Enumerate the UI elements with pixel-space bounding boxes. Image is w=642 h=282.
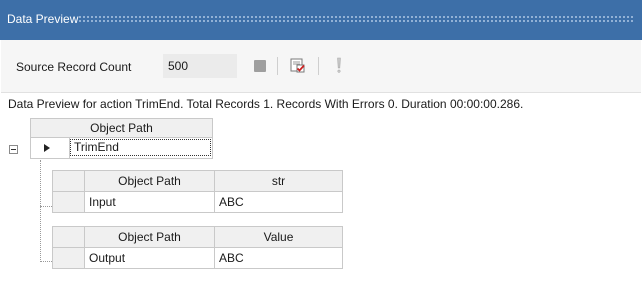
column-header-value[interactable]: Value [214,226,343,248]
tree-root-value[interactable]: TrimEnd [70,139,211,156]
cell-object-path[interactable]: Output [84,247,215,269]
tree-column-header-object-path[interactable]: Object Path [30,118,213,138]
stop-button[interactable] [248,54,272,78]
exclamation-icon [337,57,341,73]
row-selector[interactable] [31,138,70,158]
alert-button[interactable] [327,54,351,78]
panel-titlebar: Data Preview [0,0,642,40]
table-row[interactable]: Output ABC [52,247,343,269]
output-grid-header-row: Object Path Value [52,226,343,248]
preview-status-text: Data Preview for action TrimEnd. Total R… [8,97,524,111]
source-record-count-input[interactable] [163,54,237,78]
cell-value[interactable]: ABC [214,247,343,269]
input-grid-header-row: Object Path str [52,170,343,192]
collapse-toggle-icon[interactable] [9,145,18,154]
toolbar-separator [277,57,278,75]
tree-connector-branch [40,261,52,262]
row-header-corner [52,170,85,192]
tree-connector-line [40,160,41,262]
input-grid: Object Path str Input ABC [52,170,343,213]
current-row-arrow-icon [44,144,50,152]
cell-str-value[interactable]: ABC [214,191,343,213]
toolbar-separator [318,57,319,75]
panel-title: Data Preview [7,12,79,26]
column-header-str[interactable]: str [214,170,343,192]
title-drag-grip[interactable] [78,15,634,23]
cell-object-path[interactable]: Input [84,191,215,213]
row-header-corner [52,226,85,248]
source-record-count-label: Source Record Count [16,60,132,74]
tree-connector-branch [40,206,52,207]
table-row[interactable]: Input ABC [52,191,343,213]
stop-icon [254,60,266,72]
row-selector[interactable] [52,191,85,213]
tree-root-row[interactable]: TrimEnd [30,138,213,159]
column-header-object-path[interactable]: Object Path [84,170,215,192]
column-header-object-path[interactable]: Object Path [84,226,215,248]
output-grid: Object Path Value Output ABC [52,226,343,269]
preview-check-icon [290,58,305,73]
toolbar: Source Record Count [1,40,641,93]
row-selector[interactable] [52,247,85,269]
preview-button[interactable] [286,54,310,78]
